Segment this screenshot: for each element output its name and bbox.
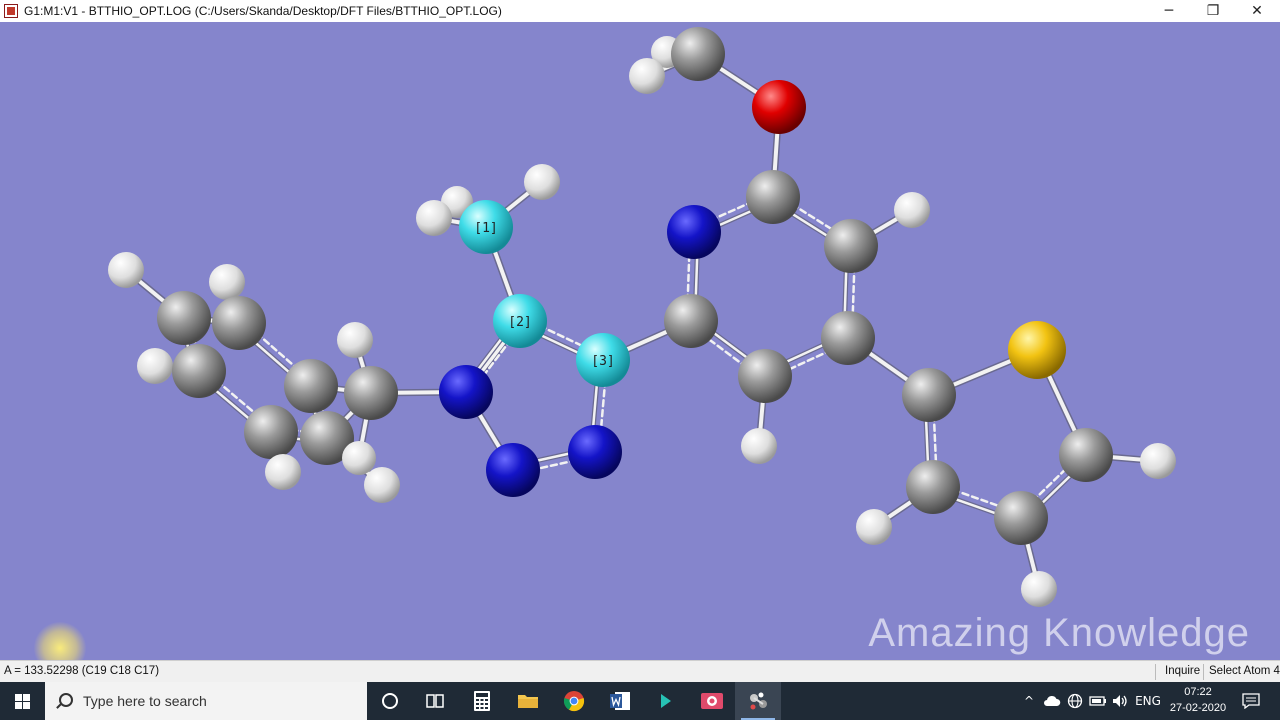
search-icon bbox=[55, 692, 73, 710]
nitrogen-atom[interactable] bbox=[667, 205, 721, 259]
hydrogen-atom[interactable] bbox=[108, 252, 144, 288]
status-bar: A = 133.52298 (C19 C18 C17) Inquire Sele… bbox=[0, 660, 1280, 682]
molecule-viewport[interactable]: [1] [2] [3] Amazing Knowledge bbox=[0, 22, 1280, 660]
carbon-atom[interactable] bbox=[902, 368, 956, 422]
hydrogen-atom[interactable] bbox=[265, 454, 301, 490]
media-app-icon bbox=[701, 693, 723, 709]
taskbar: Type here to search ^ ENG 07:22 27-02-20… bbox=[0, 682, 1280, 720]
window-title: G1:M1:V1 - BTTHIO_OPT.LOG (C:/Users/Skan… bbox=[24, 4, 502, 18]
nitrogen-atom[interactable] bbox=[486, 443, 540, 497]
carbon-atom[interactable] bbox=[344, 366, 398, 420]
carbon-atom[interactable] bbox=[824, 219, 878, 273]
calculator-icon bbox=[474, 691, 490, 711]
close-button[interactable]: ✕ bbox=[1236, 0, 1278, 22]
battery-icon bbox=[1089, 696, 1106, 706]
hydrogen-atom[interactable] bbox=[1140, 443, 1176, 479]
cloud-icon bbox=[1044, 695, 1061, 706]
tray-battery-icon[interactable] bbox=[1087, 682, 1109, 720]
carbon-atom[interactable] bbox=[172, 344, 226, 398]
cortana-button[interactable] bbox=[367, 682, 413, 720]
gaussview-icon bbox=[750, 692, 767, 710]
volume-icon bbox=[1113, 695, 1127, 707]
tray-volume-icon[interactable] bbox=[1109, 682, 1131, 720]
globe-icon bbox=[1067, 693, 1083, 709]
status-divider bbox=[1155, 664, 1156, 680]
search-placeholder: Type here to search bbox=[83, 693, 207, 709]
tray-clock[interactable]: 07:22 27-02-2020 bbox=[1168, 684, 1228, 716]
carbon-atom[interactable] bbox=[664, 294, 718, 348]
carbon-atom[interactable] bbox=[244, 405, 298, 459]
app-arrow-icon bbox=[661, 694, 671, 708]
task-view-icon bbox=[426, 694, 444, 708]
hydrogen-atom[interactable] bbox=[337, 322, 373, 358]
nitrogen-atom[interactable] bbox=[568, 425, 622, 479]
file-explorer-button[interactable] bbox=[505, 682, 551, 720]
action-center-button[interactable] bbox=[1236, 682, 1266, 720]
selection-label: [1] bbox=[474, 221, 497, 236]
carbon-atom[interactable] bbox=[906, 460, 960, 514]
sulfur-atom[interactable] bbox=[1008, 321, 1066, 379]
carbon-atom[interactable] bbox=[157, 291, 211, 345]
chrome-icon bbox=[563, 691, 585, 712]
selection-label: [3] bbox=[591, 354, 614, 369]
gaussview-button[interactable] bbox=[735, 682, 781, 720]
carbon-atom[interactable] bbox=[284, 359, 338, 413]
app-arrow-button[interactable] bbox=[643, 682, 689, 720]
atoms-layer bbox=[108, 27, 1176, 607]
tray-overflow-chevron[interactable]: ^ bbox=[1019, 682, 1039, 720]
taskbar-search[interactable]: Type here to search bbox=[45, 682, 367, 720]
notification-icon bbox=[1242, 693, 1260, 709]
hydrogen-atom[interactable] bbox=[416, 200, 452, 236]
oxygen-atom[interactable] bbox=[752, 80, 806, 134]
hydrogen-atom[interactable] bbox=[342, 441, 376, 475]
hydrogen-atom[interactable] bbox=[856, 509, 892, 545]
media-app-button[interactable] bbox=[689, 682, 735, 720]
gaussview-app-icon[interactable] bbox=[4, 4, 18, 18]
molecule-structure: [1] [2] [3] bbox=[108, 27, 1176, 607]
hydrogen-atom[interactable] bbox=[524, 164, 560, 200]
cortana-icon bbox=[382, 693, 398, 709]
windows-logo-icon bbox=[14, 693, 30, 709]
selection-label: [2] bbox=[508, 315, 531, 330]
hydrogen-atom[interactable] bbox=[1021, 571, 1057, 607]
mouse-mode: Inquire bbox=[1165, 665, 1201, 677]
carbon-atom[interactable] bbox=[821, 311, 875, 365]
carbon-atom[interactable] bbox=[738, 349, 792, 403]
clock-time: 07:22 bbox=[1184, 686, 1212, 698]
hydrogen-atom[interactable] bbox=[209, 264, 245, 300]
file-explorer-icon bbox=[518, 695, 538, 708]
nitrogen-atom[interactable] bbox=[439, 365, 493, 419]
word-icon bbox=[610, 692, 630, 710]
hydrogen-atom[interactable] bbox=[741, 428, 777, 464]
carbon-atom[interactable] bbox=[994, 491, 1048, 545]
word-button[interactable] bbox=[597, 682, 643, 720]
task-view-button[interactable] bbox=[412, 682, 458, 720]
calculator-button[interactable] bbox=[459, 682, 505, 720]
hydrogen-atom[interactable] bbox=[629, 58, 665, 94]
carbon-atom[interactable] bbox=[212, 296, 266, 350]
title-bar: G1:M1:V1 - BTTHIO_OPT.LOG (C:/Users/Skan… bbox=[0, 0, 1280, 22]
chrome-button[interactable] bbox=[551, 682, 597, 720]
tray-network-cloud-icon[interactable] bbox=[1040, 682, 1064, 720]
clock-date: 27-02-2020 bbox=[1169, 702, 1227, 714]
hydrogen-atom[interactable] bbox=[137, 348, 173, 384]
status-divider bbox=[1203, 664, 1204, 680]
carbon-atom[interactable] bbox=[746, 170, 800, 224]
carbon-atom[interactable] bbox=[671, 27, 725, 81]
tray-language[interactable]: ENG bbox=[1132, 682, 1164, 720]
hydrogen-atom[interactable] bbox=[894, 192, 930, 228]
minimize-button[interactable]: ─ bbox=[1148, 0, 1190, 22]
hydrogen-atom[interactable] bbox=[364, 467, 400, 503]
carbon-atom[interactable] bbox=[1059, 428, 1113, 482]
restore-button[interactable]: ❐ bbox=[1192, 0, 1234, 22]
tray-globe-icon[interactable] bbox=[1064, 682, 1086, 720]
start-button[interactable] bbox=[0, 682, 44, 720]
angle-measurement: A = 133.52298 (C19 C18 C17) bbox=[4, 665, 160, 677]
watermark-text: Amazing Knowledge bbox=[868, 611, 1250, 655]
status-action: Select Atom 4 bbox=[1209, 665, 1280, 677]
